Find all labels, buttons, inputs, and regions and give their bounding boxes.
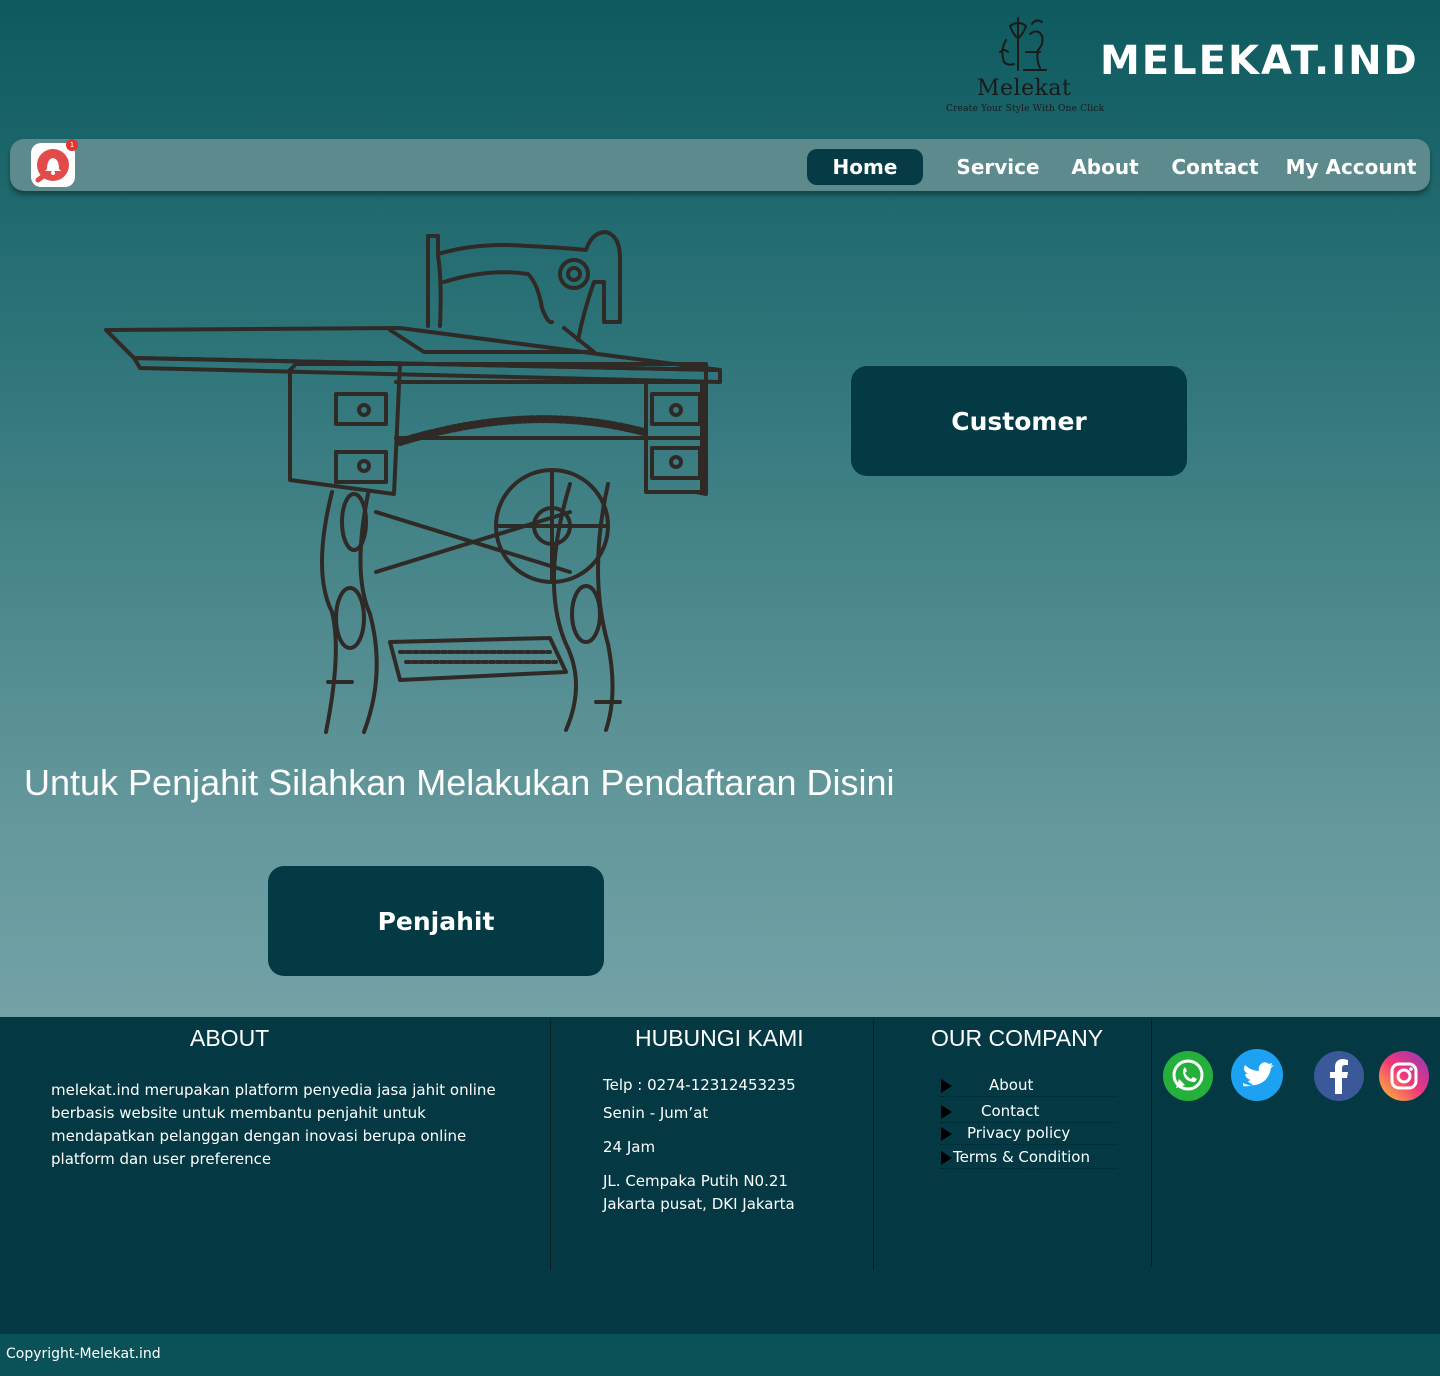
instagram-icon[interactable] bbox=[1378, 1050, 1430, 1102]
contact-phone: Telp : 0274-12312453235 bbox=[603, 1076, 796, 1094]
footer-link-label: Privacy policy bbox=[967, 1124, 1071, 1142]
footer-divider bbox=[550, 1020, 551, 1270]
nav-contact[interactable]: Contact bbox=[1166, 149, 1264, 185]
footer-divider bbox=[1151, 1020, 1152, 1266]
logo-tagline: Create Your Style With One Click bbox=[946, 104, 1105, 114]
penjahit-button[interactable]: Penjahit bbox=[268, 866, 604, 976]
sewing-machine-illustration bbox=[104, 230, 722, 734]
contact-address-line2: Jakarta pusat, DKI Jakarta bbox=[603, 1195, 795, 1213]
footer-about-heading: ABOUT bbox=[190, 1025, 270, 1051]
notification-bell-icon bbox=[35, 149, 69, 183]
footer-contact-heading: HUBUNGI KAMI bbox=[635, 1025, 804, 1051]
facebook-icon[interactable] bbox=[1313, 1050, 1365, 1102]
footer-link-privacy-policy[interactable]: Privacy policy bbox=[940, 1122, 1116, 1145]
tailor-registration-message: Untuk Penjahit Silahkan Melakukan Pendaf… bbox=[24, 762, 895, 803]
nav-home[interactable]: Home bbox=[807, 149, 923, 185]
copyright-text: Copyright-Melekat.ind bbox=[6, 1346, 161, 1362]
arrow-right-icon bbox=[941, 1127, 952, 1141]
footer-link-terms[interactable]: Terms & Condition bbox=[940, 1146, 1116, 1169]
customer-button[interactable]: Customer bbox=[851, 366, 1187, 476]
nav-service[interactable]: Service bbox=[952, 149, 1044, 185]
footer-link-label: Contact bbox=[981, 1102, 1040, 1120]
arrow-right-icon bbox=[941, 1151, 952, 1165]
footer-link-label: About bbox=[989, 1076, 1034, 1094]
contact-days: Senin - Jum’at bbox=[603, 1104, 709, 1122]
copyright-bar bbox=[0, 1334, 1440, 1376]
arrow-right-icon bbox=[941, 1105, 952, 1119]
nav-my-account[interactable]: My Account bbox=[1284, 149, 1418, 185]
footer-link-about[interactable]: About bbox=[940, 1074, 1116, 1097]
footer-about-text: melekat.ind merupakan platform penyedia … bbox=[51, 1081, 496, 1168]
twitter-icon[interactable] bbox=[1230, 1048, 1284, 1102]
logo-wordmark: Melekat bbox=[977, 76, 1072, 101]
nav-about[interactable]: About bbox=[1066, 149, 1144, 185]
footer-company-heading: OUR COMPANY bbox=[931, 1025, 1104, 1051]
contact-hours: 24 Jam bbox=[603, 1138, 656, 1156]
brand-title[interactable]: MELEKAT.IND bbox=[1100, 38, 1419, 84]
footer-link-contact[interactable]: Contact bbox=[940, 1100, 1116, 1123]
footer-link-label: Terms & Condition bbox=[953, 1148, 1090, 1166]
notification-badge: 1 bbox=[66, 139, 78, 151]
footer-divider bbox=[873, 1020, 874, 1270]
arrow-right-icon bbox=[941, 1079, 952, 1093]
contact-address-line1: JL. Cempaka Putih N0.21 bbox=[603, 1172, 788, 1190]
whatsapp-icon[interactable] bbox=[1162, 1050, 1214, 1102]
